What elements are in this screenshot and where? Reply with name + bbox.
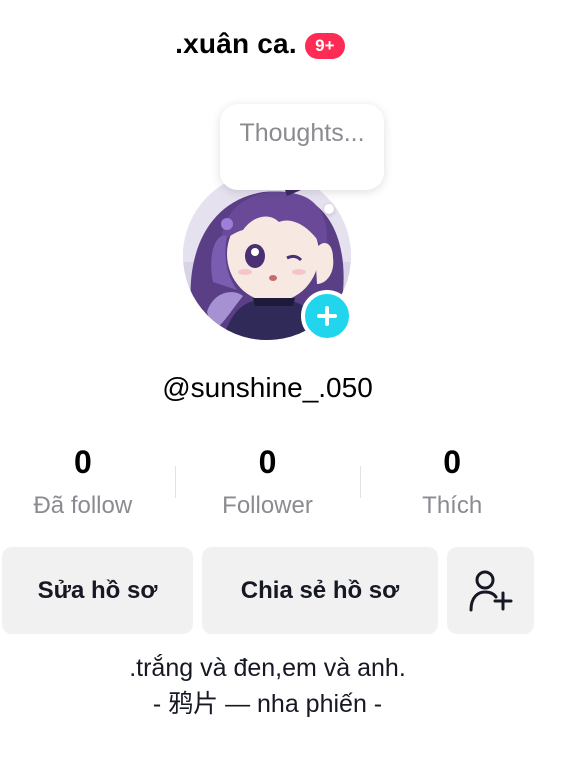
bio-line: - 鸦片 — nha phiến - [152,690,383,718]
thought-bubble[interactable]: Thoughts... [220,104,384,190]
avatar-container [183,172,353,342]
followers-label: Follower [222,492,313,519]
bio-line: .trắng và đen,em và anh. [129,654,406,682]
stats-row: 0 Đã follow 0 Follower 0 Thích [0,444,540,520]
username[interactable]: @sunshine_.050 [0,372,535,404]
stat-divider [360,466,361,498]
plus-icon [317,306,337,326]
add-friend-button[interactable] [447,547,534,634]
notification-badge[interactable]: 9+ [304,33,345,59]
stat-divider [175,466,176,498]
followers-count: 0 [258,444,277,480]
person-add-icon [469,570,512,611]
following-label: Đã follow [33,492,133,519]
profile-actions: Sửa hồ sơ Chia sẻ hồ sơ [2,547,534,634]
thought-bubble-dot [324,204,334,214]
edit-profile-button[interactable]: Sửa hồ sơ [2,547,193,634]
stat-following[interactable]: 0 Đã follow [0,444,171,520]
stat-followers[interactable]: 0 Follower [180,444,356,520]
following-count: 0 [73,444,92,480]
thought-bubble-text: Thoughts... [239,119,365,147]
add-story-button[interactable] [301,290,353,342]
bio: .trắng và đen,em và anh. - 鸦片 — nha phiế… [0,650,535,722]
display-name[interactable]: .xuân ca. [175,28,297,60]
stat-likes[interactable]: 0 Thích [364,444,540,520]
likes-count: 0 [443,444,462,480]
share-profile-button[interactable]: Chia sẻ hồ sơ [202,547,438,634]
likes-label: Thích [422,492,483,519]
profile-header: .xuân ca. 9+ [0,24,520,64]
